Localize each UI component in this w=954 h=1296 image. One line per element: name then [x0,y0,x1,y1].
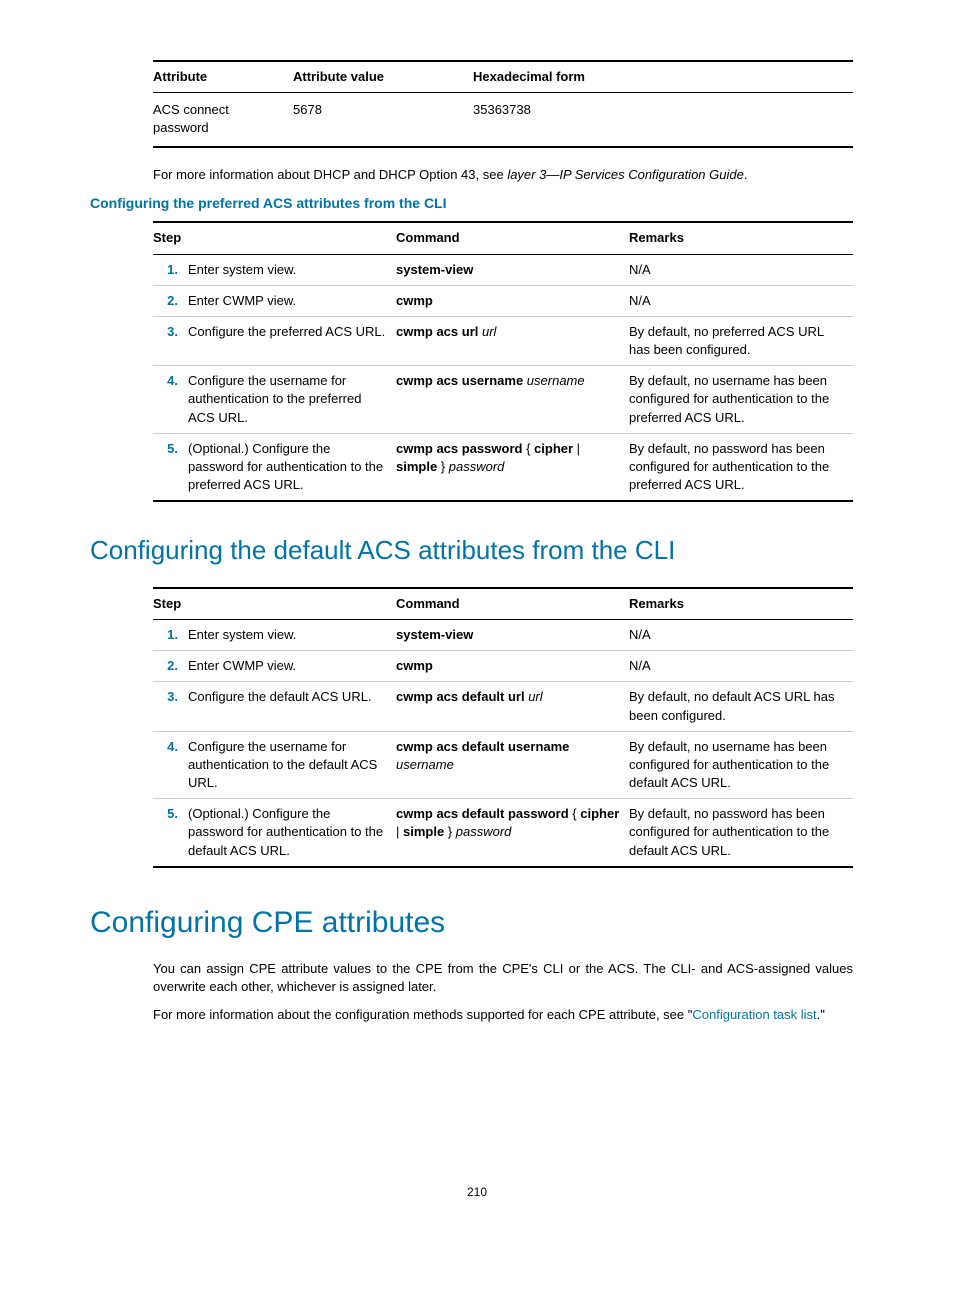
step-description: Configure the default ACS URL. [188,682,396,731]
th-hex-form: Hexadecimal form [473,61,853,93]
step-remarks: By default, no preferred ACS URL has bee… [629,316,853,365]
table-row: 1.Enter system view.system-viewN/A [153,254,853,285]
table-row: ACS connect password 5678 35363738 [153,93,853,147]
step-description: (Optional.) Configure the password for a… [188,799,396,867]
step-remarks: N/A [629,254,853,285]
step-description: Configure the preferred ACS URL. [188,316,396,365]
step-command: system-view [396,254,629,285]
heading-default-acs: Configuring the default ACS attributes f… [90,532,864,568]
step-number: 1. [153,619,188,650]
th-command: Command [396,588,629,620]
default-steps-table: Step Command Remarks 1.Enter system view… [153,587,853,868]
link-config-task-list[interactable]: Configuration task list [692,1007,816,1022]
step-number: 4. [153,366,188,434]
cell-hex: 35363738 [473,93,853,147]
step-remarks: N/A [629,619,853,650]
step-command: cwmp acs default username username [396,731,629,799]
th-step: Step [153,588,396,620]
step-number: 3. [153,682,188,731]
step-remarks: N/A [629,651,853,682]
th-remarks: Remarks [629,222,853,254]
step-command: cwmp acs default url url [396,682,629,731]
table-row: 5.(Optional.) Configure the password for… [153,799,853,867]
step-command: cwmp acs url url [396,316,629,365]
step-description: (Optional.) Configure the password for a… [188,433,396,501]
cpe-paragraph-2: For more information about the configura… [153,1006,853,1024]
table-row: 2.Enter CWMP view.cwmpN/A [153,285,853,316]
attribute-table: Attribute Attribute value Hexadecimal fo… [153,60,853,148]
step-number: 5. [153,433,188,501]
step-number: 5. [153,799,188,867]
step-description: Enter CWMP view. [188,285,396,316]
step-remarks: By default, no default ACS URL has been … [629,682,853,731]
th-command: Command [396,222,629,254]
step-command: cwmp acs password { cipher | simple } pa… [396,433,629,501]
step-description: Configure the username for authenticatio… [188,366,396,434]
step-number: 2. [153,285,188,316]
table-row: 3.Configure the preferred ACS URL.cwmp a… [153,316,853,365]
step-remarks: By default, no username has been configu… [629,366,853,434]
step-remarks: By default, no password has been configu… [629,433,853,501]
table-row: 5.(Optional.) Configure the password for… [153,433,853,501]
step-remarks: N/A [629,285,853,316]
step-description: Enter system view. [188,619,396,650]
step-command: cwmp acs username username [396,366,629,434]
cell-attr: ACS connect password [153,93,293,147]
step-description: Configure the username for authenticatio… [188,731,396,799]
step-command: cwmp acs default password { cipher | sim… [396,799,629,867]
preferred-steps-table: Step Command Remarks 1.Enter system view… [153,221,853,502]
cpe-paragraph-1: You can assign CPE attribute values to t… [153,960,853,996]
page-number: 210 [90,1184,864,1201]
dhcp-note: For more information about DHCP and DHCP… [153,166,864,184]
step-number: 1. [153,254,188,285]
table-row: 2.Enter CWMP view.cwmpN/A [153,651,853,682]
step-number: 2. [153,651,188,682]
step-description: Enter CWMP view. [188,651,396,682]
table-row: 4.Configure the username for authenticat… [153,366,853,434]
th-step: Step [153,222,396,254]
step-number: 4. [153,731,188,799]
table-row: 1.Enter system view.system-viewN/A [153,619,853,650]
step-remarks: By default, no password has been configu… [629,799,853,867]
step-command: cwmp [396,651,629,682]
step-command: cwmp [396,285,629,316]
th-attribute: Attribute [153,61,293,93]
step-remarks: By default, no username has been configu… [629,731,853,799]
step-description: Enter system view. [188,254,396,285]
th-attribute-value: Attribute value [293,61,473,93]
cell-val: 5678 [293,93,473,147]
step-number: 3. [153,316,188,365]
table-row: 4.Configure the username for authenticat… [153,731,853,799]
heading-preferred-acs: Configuring the preferred ACS attributes… [90,194,864,214]
heading-cpe-attributes: Configuring CPE attributes [90,902,864,944]
step-command: system-view [396,619,629,650]
th-remarks: Remarks [629,588,853,620]
table-row: 3.Configure the default ACS URL.cwmp acs… [153,682,853,731]
